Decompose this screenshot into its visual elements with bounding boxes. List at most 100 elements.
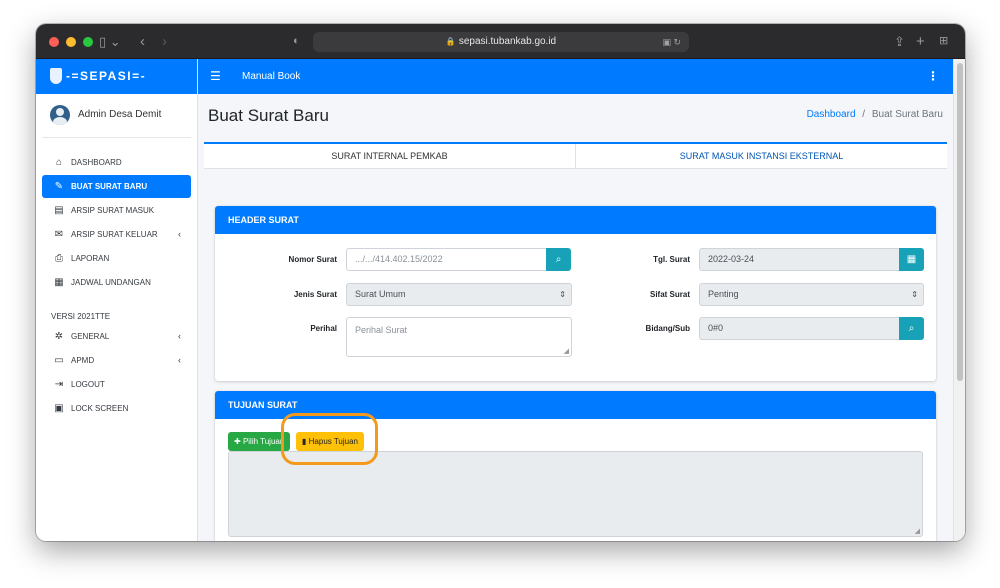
sidebar-item-lock-screen[interactable]: ▣ LOCK SCREEN	[42, 397, 191, 420]
sidebar-item-label: GENERAL	[71, 332, 110, 341]
sifat-surat-value: Penting	[708, 289, 739, 299]
page-title: Buat Surat Baru	[208, 106, 329, 125]
lock-icon: 🔒	[445, 37, 456, 46]
sidebar-section-header: VERSI 2021TTE	[51, 312, 111, 321]
breadcrumb-current: Buat Surat Baru	[871, 109, 943, 120]
minimize-window-button[interactable]	[66, 37, 76, 47]
new-tab-icon[interactable]: +	[916, 24, 925, 59]
sidebar-item-dashboard[interactable]: ⌂ DASHBOARD	[42, 151, 191, 174]
kebab-menu-icon[interactable]: ⋮	[927, 59, 939, 94]
breadcrumb-dashboard-link[interactable]: Dashboard	[807, 109, 856, 120]
inbox-icon: ▤	[54, 205, 64, 216]
sidebar-item-buat-surat-baru[interactable]: ✎ BUAT SURAT BARU	[42, 175, 191, 198]
hapus-tujuan-highlight	[281, 413, 378, 465]
manual-book-link[interactable]: Manual Book	[242, 59, 300, 94]
header-surat-title: HEADER SURAT	[215, 206, 936, 234]
top-navbar: ☰ Manual Book ⋮	[198, 59, 953, 94]
sidebar: -=SEPASI=- Admin Desa Demit ⌂ DASHBOARD …	[36, 59, 198, 541]
sidebar-item-general[interactable]: ✲ GENERAL ‹	[42, 325, 191, 348]
user-panel[interactable]: Admin Desa Demit	[42, 94, 191, 138]
avatar	[50, 105, 70, 125]
scrollbar-thumb[interactable]	[957, 63, 963, 381]
tgl-surat-calendar-button[interactable]: ▦	[899, 248, 924, 271]
logout-icon: ⇥	[54, 379, 64, 390]
perihal-textarea[interactable]: Perihal Surat ◢	[346, 317, 572, 357]
main-content: Buat Surat Baru Dashboard / Buat Surat B…	[198, 94, 953, 541]
header-surat-card: HEADER SURAT Nomor Surat .../.../414.402…	[215, 206, 936, 381]
sidebar-item-label: BUAT SURAT BARU	[71, 182, 148, 191]
browser-window: ▯ ⌄ ‹ › ◐ 🔒 sepasi.tubankab.go.id ▣ ↻ ⇪ +…	[36, 24, 965, 541]
breadcrumb: Dashboard / Buat Surat Baru	[807, 109, 943, 120]
share-icon[interactable]: ⇪	[894, 24, 905, 59]
mail-outbox-icon: ✉	[54, 229, 64, 240]
edit-icon: ✎	[54, 181, 64, 192]
sifat-surat-select[interactable]: Penting ⇕	[699, 283, 924, 306]
tab-overview-icon[interactable]: ⊞	[939, 24, 948, 59]
printer-icon: ⎙	[55, 253, 63, 264]
sidebar-item-logout[interactable]: ⇥ LOGOUT	[42, 373, 191, 396]
jenis-surat-value: Surat Umum	[355, 289, 406, 299]
sidebar-nav: ⌂ DASHBOARD ✎ BUAT SURAT BARU ▤ ARSIP SU…	[36, 138, 197, 420]
bidang-sub-input[interactable]: 0#0	[699, 317, 900, 340]
sidebar-item-label: DASHBOARD	[71, 158, 122, 167]
browser-toolbar: ▯ ⌄ ‹ › ◐ 🔒 sepasi.tubankab.go.id ▣ ↻ ⇪ +…	[36, 24, 965, 59]
nomor-surat-search-button[interactable]: ⌕	[546, 248, 571, 271]
bidang-sub-search-button[interactable]: ⌕	[899, 317, 924, 340]
zoom-window-button[interactable]	[83, 37, 93, 47]
tgl-surat-label: Tgl. Surat	[653, 255, 690, 264]
gear-icon: ✲	[54, 331, 64, 342]
brand-name: -=SEPASI=-	[66, 69, 147, 83]
url-text: sepasi.tubankab.go.id	[458, 36, 557, 47]
surat-tabs: SURAT INTERNAL PEMKAB SURAT MASUK INSTAN…	[204, 142, 947, 169]
bidang-sub-label: Bidang/Sub	[645, 324, 690, 333]
nomor-surat-input[interactable]: .../.../414.402.15/2022	[346, 248, 547, 271]
search-icon: ⌕	[908, 323, 915, 334]
hamburger-menu-icon[interactable]: ☰	[210, 59, 221, 94]
lock-icon: ▣	[54, 403, 64, 414]
page-scrollbar[interactable]	[953, 59, 965, 541]
sidebar-item-laporan[interactable]: ⎙ LAPORAN	[42, 247, 191, 270]
sidebar-item-jadwal-undangan[interactable]: ▦ JADWAL UNDANGAN	[42, 271, 191, 294]
translate-reload-icons[interactable]: ▣ ↻	[662, 32, 681, 52]
sidebar-item-label: ARSIP SURAT KELUAR	[71, 230, 158, 239]
chevron-left-icon: ‹	[178, 229, 181, 239]
jenis-surat-label: Jenis Surat	[293, 290, 337, 299]
tgl-surat-input[interactable]: 2022-03-24	[699, 248, 900, 271]
sidebar-toggle-icon[interactable]: ▯ ⌄	[99, 24, 121, 59]
sidebar-item-label: JADWAL UNDANGAN	[71, 278, 151, 287]
user-name: Admin Desa Demit	[78, 109, 162, 120]
sidebar-item-label: APMD	[71, 356, 95, 365]
forward-icon[interactable]: ›	[162, 24, 167, 59]
tab-surat-internal-pemkab[interactable]: SURAT INTERNAL PEMKAB	[204, 144, 575, 169]
plus-icon: ✚	[234, 437, 241, 446]
privacy-shield-icon[interactable]: ◐	[293, 24, 300, 59]
select-arrows-icon: ⇕	[911, 290, 918, 299]
perihal-label: Perihal	[310, 324, 337, 333]
resize-grip-icon[interactable]: ◢	[564, 347, 569, 355]
back-icon[interactable]: ‹	[140, 24, 145, 59]
sidebar-item-label: LAPORAN	[71, 254, 110, 263]
brand[interactable]: -=SEPASI=-	[36, 59, 197, 94]
jenis-surat-select[interactable]: Surat Umum ⇕	[346, 283, 572, 306]
resize-grip-icon[interactable]: ◢	[915, 527, 920, 535]
chevron-left-icon: ‹	[178, 355, 181, 365]
home-icon: ⌂	[55, 157, 63, 168]
close-window-button[interactable]	[49, 37, 59, 47]
sidebar-item-label: LOGOUT	[71, 380, 105, 389]
search-icon: ⌕	[555, 254, 562, 265]
sidebar-item-apmd[interactable]: ▭ APMD ‹	[42, 349, 191, 372]
address-bar[interactable]: 🔒 sepasi.tubankab.go.id ▣ ↻	[313, 32, 689, 52]
tab-surat-masuk-instansi-eksternal[interactable]: SURAT MASUK INSTANSI EKSTERNAL	[575, 144, 947, 169]
sepasi-logo-icon	[50, 68, 62, 84]
pilih-tujuan-label: Pilih Tujuan	[242, 437, 285, 446]
sifat-surat-label: Sifat Surat	[649, 290, 690, 299]
chevron-left-icon: ‹	[178, 331, 181, 341]
id-card-icon: ▭	[54, 355, 64, 366]
perihal-placeholder: Perihal Surat	[355, 325, 408, 335]
breadcrumb-separator: /	[862, 109, 866, 120]
sidebar-item-arsip-surat-masuk[interactable]: ▤ ARSIP SURAT MASUK	[42, 199, 191, 222]
nomor-surat-label: Nomor Surat	[288, 255, 337, 264]
sidebar-item-arsip-surat-keluar[interactable]: ✉ ARSIP SURAT KELUAR ‹	[42, 223, 191, 246]
select-arrows-icon: ⇕	[559, 290, 566, 299]
sidebar-item-label: LOCK SCREEN	[71, 404, 129, 413]
